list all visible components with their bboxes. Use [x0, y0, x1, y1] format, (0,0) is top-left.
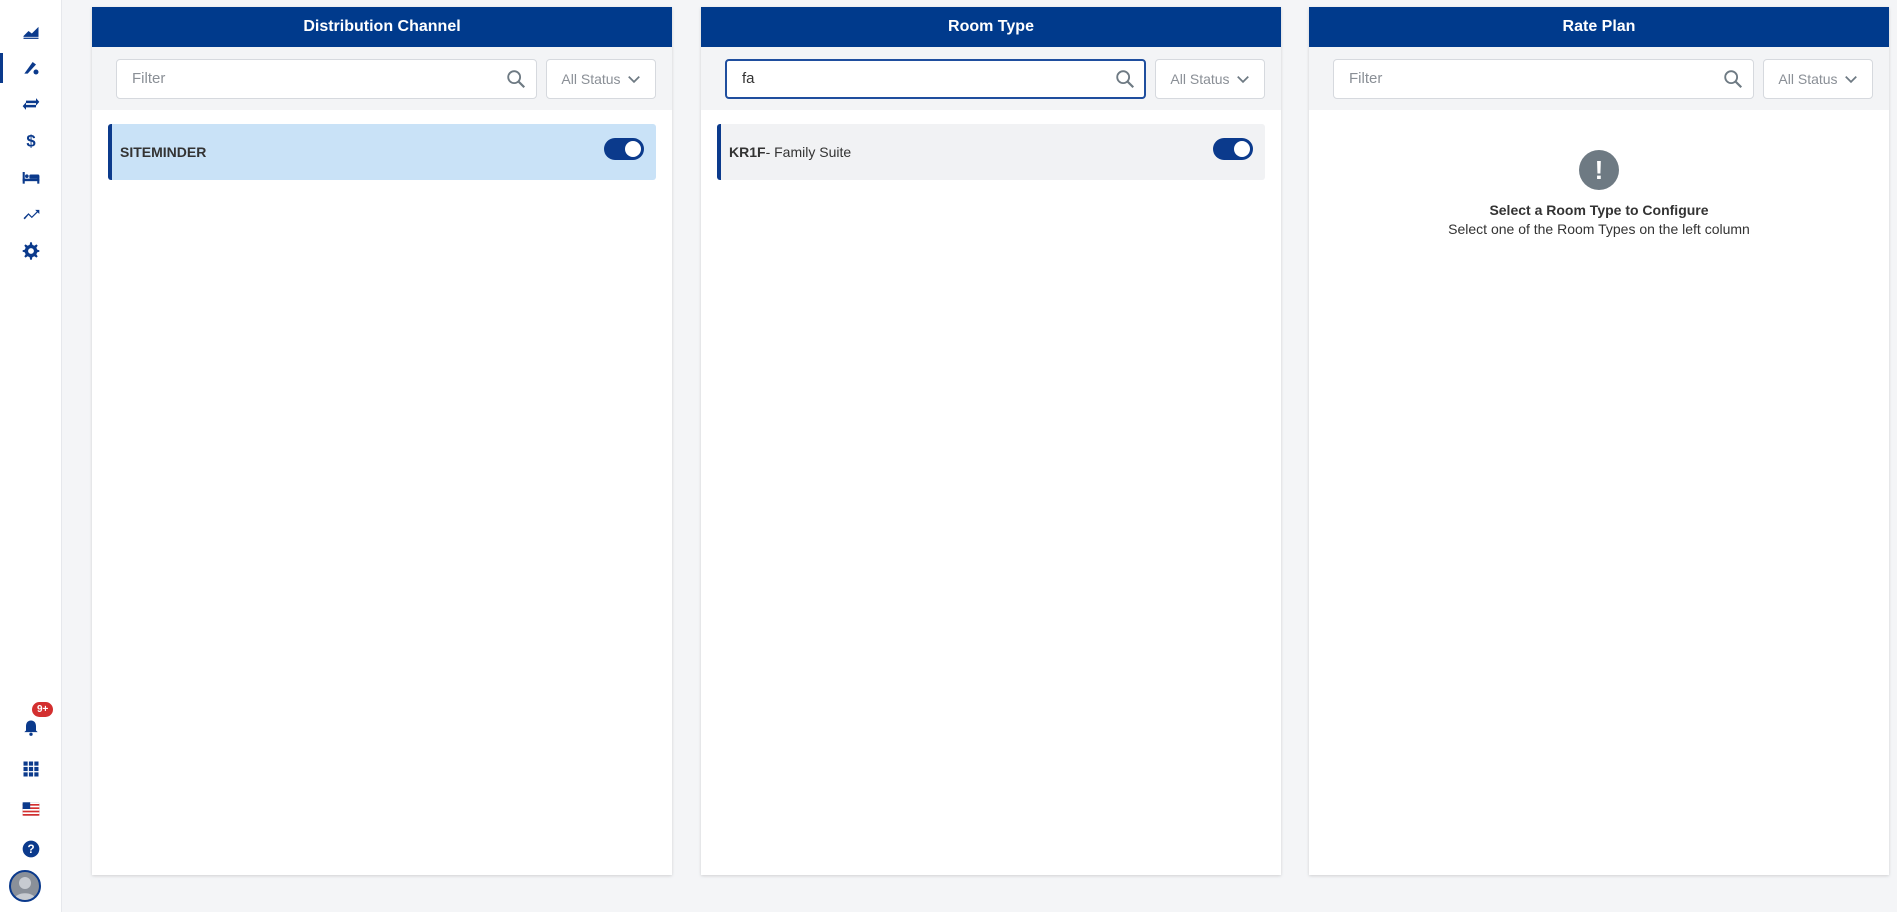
chevron-down-icon [627, 75, 640, 83]
gear-icon [22, 242, 40, 260]
filter-bar: All Status [701, 47, 1281, 110]
nav-distribution[interactable] [0, 49, 62, 85]
search-icon[interactable] [1114, 68, 1136, 90]
user-avatar[interactable] [9, 870, 41, 902]
nav-apps[interactable] [0, 751, 62, 787]
nav-language[interactable] [0, 791, 62, 827]
rate-plan-status-select[interactable]: All Status [1763, 58, 1873, 99]
exclamation-icon: ! [1579, 150, 1619, 190]
svg-text:$: $ [26, 132, 36, 150]
kr1f-toggle[interactable] [1213, 138, 1253, 160]
toggle-knob [1234, 141, 1250, 157]
rate-plan-empty-state: ! Select a Room Type to Configure Select… [1309, 110, 1889, 237]
svg-text:?: ? [27, 843, 34, 856]
filter-bar: All Status [1309, 47, 1889, 110]
nav-analytics[interactable] [0, 196, 62, 232]
filter-wrap [116, 58, 537, 99]
filter-wrap [725, 58, 1146, 99]
chevron-down-icon [1844, 75, 1857, 83]
rate-plan-panel: Rate Plan All Status ! Select a Room Typ… [1309, 7, 1889, 875]
bell-icon [24, 720, 38, 736]
bed-icon [22, 172, 40, 184]
distribution-icon [24, 62, 39, 75]
apps-grid-icon [23, 761, 39, 777]
nav-notifications[interactable]: 9+ [0, 702, 62, 746]
empty-state-subtitle: Select one of the Room Types on the left… [1448, 221, 1750, 237]
item-code: SITEMINDER [120, 144, 207, 160]
transfer-arrows-icon [22, 98, 40, 110]
filter-bar: All Status [92, 47, 672, 110]
toggle-knob [625, 141, 641, 157]
nav-rates[interactable]: $ [0, 122, 62, 158]
room-type-list: KR1F - Family Suite [701, 110, 1281, 180]
empty-state-title: Select a Room Type to Configure [1489, 202, 1709, 218]
nav-settings[interactable] [0, 233, 62, 269]
search-icon[interactable] [505, 68, 527, 90]
list-item-siteminder[interactable]: SITEMINDER [108, 124, 656, 180]
notification-badge: 9+ [32, 702, 54, 717]
panel-title: Distribution Channel [92, 7, 672, 47]
nav-dashboard[interactable] [0, 13, 62, 49]
item-separator: - [765, 144, 775, 160]
dashboard-chart-icon [23, 26, 39, 39]
nav-transfer[interactable] [0, 86, 62, 122]
panel-title: Rate Plan [1309, 7, 1889, 47]
distribution-list: SITEMINDER [92, 110, 672, 180]
filter-wrap [1333, 58, 1754, 99]
panel-title: Room Type [701, 7, 1281, 47]
avatar-icon [14, 877, 36, 900]
status-select-label: All Status [1778, 70, 1838, 87]
sidebar: $ 9+ ? [0, 0, 62, 912]
item-name: Family Suite [774, 144, 852, 160]
nav-help[interactable]: ? [0, 831, 62, 867]
trending-up-icon [23, 209, 40, 220]
siteminder-toggle[interactable] [604, 138, 644, 160]
search-icon[interactable] [1722, 68, 1744, 90]
room-type-panel: Room Type All Status KR1F- Family Suite [701, 7, 1281, 875]
help-icon: ? [22, 840, 40, 858]
nav-rooms[interactable] [0, 159, 62, 195]
rate-plan-filter-input[interactable] [1333, 58, 1754, 99]
chevron-down-icon [1236, 75, 1249, 83]
list-item-kr1f[interactable]: KR1F - Family Suite [717, 124, 1265, 180]
item-code: KR1F [729, 144, 766, 160]
status-select-label: All Status [561, 70, 621, 87]
room-type-status-select[interactable]: All Status [1155, 58, 1265, 99]
distribution-status-select[interactable]: All Status [546, 58, 656, 99]
status-select-label: All Status [1170, 70, 1230, 87]
us-flag-icon [22, 802, 40, 816]
distribution-filter-input[interactable] [116, 58, 537, 99]
distribution-channel-panel: Distribution Channel All Status SITEMIND… [92, 7, 672, 875]
dollar-icon: $ [26, 132, 36, 150]
room-type-filter-input[interactable] [725, 58, 1146, 99]
